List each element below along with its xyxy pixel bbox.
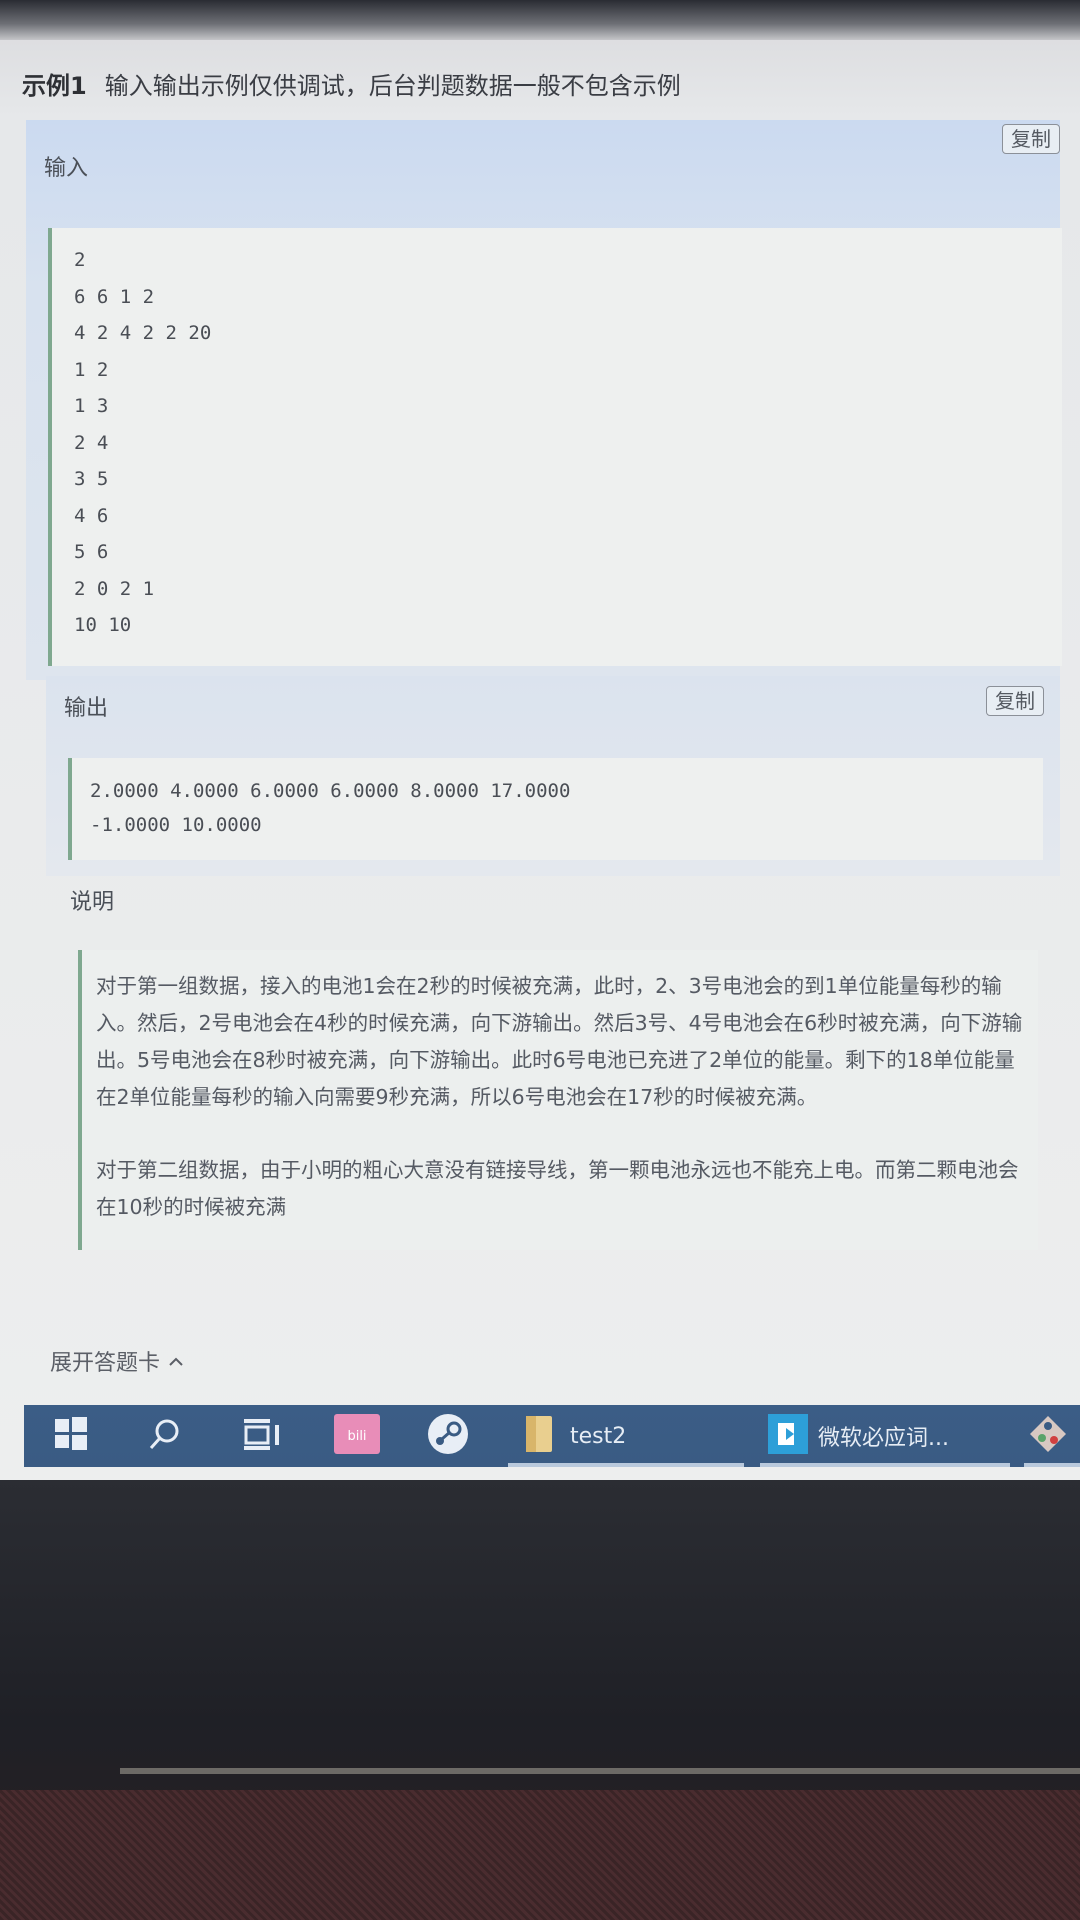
input-code-block[interactable]: 2 6 6 1 2 4 2 4 2 2 20 1 2 1 3 2 4 3 5 4…: [48, 228, 1062, 666]
chevron-up-icon: [168, 1349, 184, 1374]
input-line: 1 3: [74, 395, 109, 417]
active-app-indicator: [508, 1463, 744, 1467]
folder-icon: [524, 1414, 554, 1458]
screen-bezel: [0, 0, 1080, 40]
taskbar-app-label: 微软必应词...: [818, 1426, 949, 1451]
windows-icon: [54, 1417, 88, 1455]
explanation-box: 对于第一组数据，接入的电池1会在2秒的时候被充满，此时，2、3号电池会的到1单位…: [78, 950, 1038, 1250]
example-header: 示例1 输入输出示例仅供调试，后台判题数据一般不包含示例: [22, 58, 1060, 108]
bilibili-icon: bili: [334, 1414, 380, 1458]
taskbar-app-label: test2: [570, 1423, 627, 1449]
output-line: 2.0000 4.0000 6.0000 6.0000 8.0000 17.00…: [90, 780, 571, 802]
active-app-indicator: [1024, 1463, 1080, 1467]
output-code-block[interactable]: 2.0000 4.0000 6.0000 6.0000 8.0000 17.00…: [68, 758, 1043, 860]
steam-icon: [426, 1412, 470, 1460]
git-button[interactable]: [1028, 1405, 1068, 1467]
output-title: 输出: [64, 696, 109, 721]
start-button[interactable]: [54, 1405, 88, 1467]
input-line: 4 2 4 2 2 20: [74, 322, 212, 344]
input-line: 2: [74, 249, 86, 271]
input-title: 输入: [44, 156, 89, 181]
example-tag: 示例1: [22, 71, 87, 100]
expand-answer-sheet-label: 展开答题卡: [50, 1351, 161, 1376]
git-icon: [1028, 1414, 1068, 1458]
bilibili-button[interactable]: bili: [334, 1405, 380, 1467]
svg-text:bili: bili: [347, 1429, 366, 1444]
input-line: 5 6: [74, 541, 109, 563]
background-fabric: [0, 1790, 1080, 1920]
task-view-button[interactable]: [242, 1405, 282, 1467]
explanation-paragraph: 对于第一组数据，接入的电池1会在2秒的时候被充满，此时，2、3号电池会的到1单位…: [96, 974, 1023, 1109]
active-app-indicator: [760, 1463, 1010, 1467]
taskbar-app-dictionary[interactable]: 微软必应词...: [768, 1405, 949, 1467]
explanation-paragraph: 对于第二组数据，由于小明的粗心大意没有链接导线，第一颗电池永远也不能充上电。而第…: [96, 1158, 1019, 1219]
search-button[interactable]: [148, 1405, 182, 1467]
task-view-icon: [242, 1417, 282, 1455]
copy-input-button[interactable]: 复制: [1002, 124, 1060, 154]
browser-screen: 示例1 输入输出示例仅供调试，后台判题数据一般不包含示例 输入 复制 2 6 6…: [0, 0, 1080, 1480]
keyboard-edge: [120, 1768, 1080, 1774]
input-line: 1 2: [74, 358, 109, 381]
explanation-title: 说明: [70, 890, 115, 915]
input-line: 2 0 2 1: [74, 577, 155, 600]
search-icon: [148, 1417, 182, 1455]
input-line: 6 6 1 2: [74, 285, 155, 308]
output-line: -1.0000 10.0000: [90, 814, 262, 836]
input-line: 2 4: [74, 431, 109, 454]
expand-answer-sheet-button[interactable]: 展开答题卡: [50, 1345, 184, 1377]
example-note: 输入输出示例仅供调试，后台判题数据一般不包含示例: [104, 71, 681, 100]
taskbar: bili test2 微软必应词...: [24, 1405, 1080, 1467]
taskbar-app-folder[interactable]: test2: [524, 1405, 626, 1467]
input-line: 10 10: [74, 614, 132, 636]
input-line: 3 5: [74, 468, 109, 490]
dictionary-icon: [768, 1414, 808, 1458]
copy-output-button[interactable]: 复制: [986, 686, 1044, 716]
steam-button[interactable]: [426, 1405, 470, 1467]
input-line: 4 6: [74, 504, 109, 527]
